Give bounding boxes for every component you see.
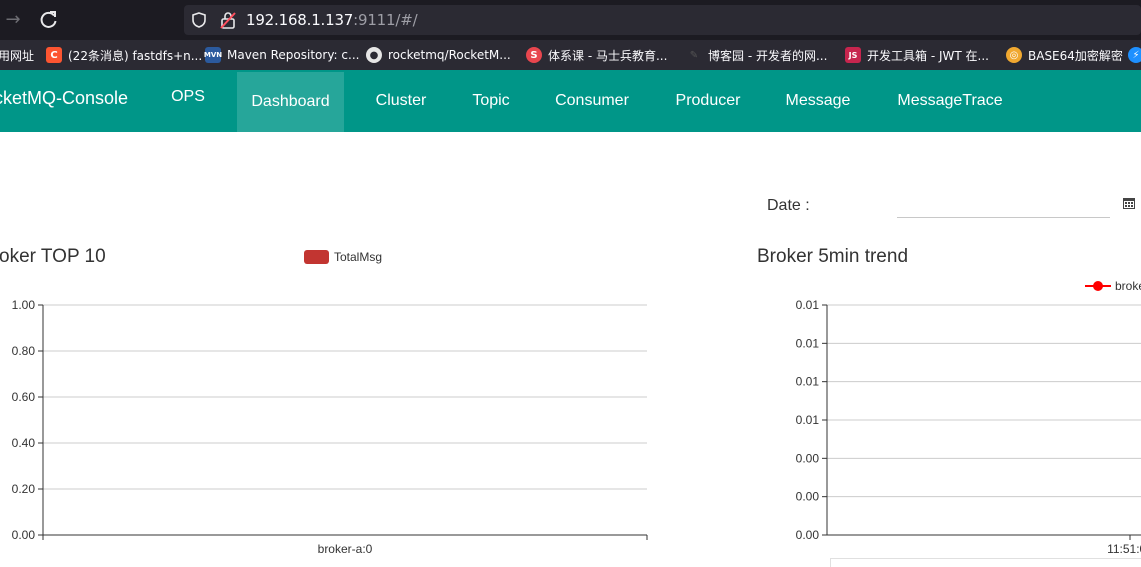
bookmark-item[interactable]: ⚡	[1128, 40, 1141, 70]
broker-trend-title: Broker 5min trend	[757, 246, 909, 267]
y-tick-label: 0.01	[796, 413, 820, 427]
bookmark-item[interactable]: JS 开发工具箱 - JWT 在...	[845, 40, 989, 70]
bookmark-label: 博客园 - 开发者的网...	[708, 48, 828, 63]
nav-dashboard[interactable]: Dashboard	[237, 72, 344, 132]
y-tick-label: 0.00	[796, 490, 820, 504]
url-path: :9111/#/	[353, 11, 418, 29]
address-bar[interactable]: 192.168.1.137:9111/#/	[184, 5, 1141, 35]
nav-consumer[interactable]: Consumer	[543, 70, 641, 132]
cnblogs-icon: ✎	[689, 49, 699, 61]
y-tick-label: 1.00	[12, 298, 36, 312]
url-text: 192.168.1.137:9111/#/	[246, 11, 418, 29]
broker-top10-legend[interactable]: TotalMsg	[304, 250, 382, 264]
broker-top10-chart[interactable]: 0.00 0.20 0.40 0.60 0.80 1.00 broker-a:0	[0, 290, 660, 560]
forward-arrow-icon[interactable]: →	[2, 9, 24, 31]
bookmark-label: rocketmq/RocketM...	[388, 48, 511, 62]
bookmark-item[interactable]: ● rocketmq/RocketM...	[366, 40, 511, 70]
broker-trend-chart[interactable]: 0.00 0.00 0.00 0.01 0.01 0.01 0.01 11:51:00	[760, 290, 1141, 560]
bookmark-item[interactable]: MVN Maven Repository: c...	[204, 40, 360, 70]
nav-messagetrace[interactable]: MessageTrace	[884, 70, 1016, 132]
csdn-icon: C	[46, 47, 62, 63]
github-icon: ●	[366, 47, 382, 63]
nav-ops[interactable]: OPS	[158, 66, 218, 128]
date-input[interactable]	[897, 194, 1110, 218]
date-label: Date :	[767, 197, 810, 214]
bookmark-label: BASE64加密解密	[1028, 48, 1123, 63]
y-tick-label: 0.40	[12, 436, 36, 450]
brand-title[interactable]: RocketMQ-Console	[0, 88, 128, 109]
app-navbar: RocketMQ-Console OPS Dashboard Cluster T…	[0, 70, 1141, 132]
legend-swatch-bar	[304, 250, 329, 264]
y-tick-label: 0.01	[796, 375, 820, 389]
bookmark-label: 用网址	[0, 48, 35, 63]
legend-label: TotalMsg	[334, 250, 383, 264]
maven-icon: MVN	[204, 47, 222, 63]
y-tick-label: 0.20	[12, 482, 36, 496]
bookmark-item[interactable]: ✎ 博客园 - 开发者的网...	[686, 40, 828, 70]
bookmark-label: 开发工具箱 - JWT 在...	[867, 48, 989, 63]
x-tick-label: broker-a:0	[318, 542, 373, 556]
bookmark-label: (22条消息) fastdfs+n...	[68, 48, 203, 63]
bookmark-label: 体系课 - 马士兵教育...	[548, 48, 668, 63]
browser-toolbar: → 192.168.1.137:9111/#/	[0, 0, 1141, 40]
bookmark-item[interactable]: S 体系课 - 马士兵教育...	[526, 40, 667, 70]
y-tick-label: 0.00	[12, 528, 36, 542]
url-host: 192.168.1.137	[246, 11, 354, 29]
calendar-icon[interactable]	[1122, 196, 1136, 210]
broker-top10-title: Broker TOP 10	[0, 246, 106, 267]
insecure-lock-icon[interactable]	[220, 11, 236, 29]
y-tick-label: 0.00	[796, 451, 820, 465]
chart-datazoom-area	[830, 558, 1141, 567]
y-tick-label: 0.80	[12, 344, 36, 358]
bookmark-item[interactable]: ◎ BASE64加密解密	[1006, 40, 1123, 70]
msb-icon: S	[526, 47, 542, 63]
toolbox-icon: JS	[845, 47, 861, 63]
nav-cluster[interactable]: Cluster	[360, 70, 442, 132]
y-tick-label: 0.01	[796, 336, 820, 350]
base64-icon: ◎	[1006, 47, 1022, 63]
nav-producer[interactable]: Producer	[662, 70, 754, 132]
bookmark-item[interactable]: 用网址	[0, 40, 34, 70]
y-tick-label: 0.60	[12, 390, 36, 404]
bookmark-icon: ⚡	[1128, 47, 1141, 63]
tracking-shield-icon[interactable]	[192, 12, 206, 28]
reload-icon[interactable]	[38, 9, 60, 31]
y-tick-label: 0.01	[796, 298, 820, 312]
nav-topic[interactable]: Topic	[458, 70, 524, 132]
bookmark-label: Maven Repository: c...	[227, 48, 360, 62]
y-tick-label: 0.00	[796, 528, 820, 542]
x-tick-label: 11:51:00	[1107, 542, 1141, 556]
nav-message[interactable]: Message	[772, 70, 864, 132]
